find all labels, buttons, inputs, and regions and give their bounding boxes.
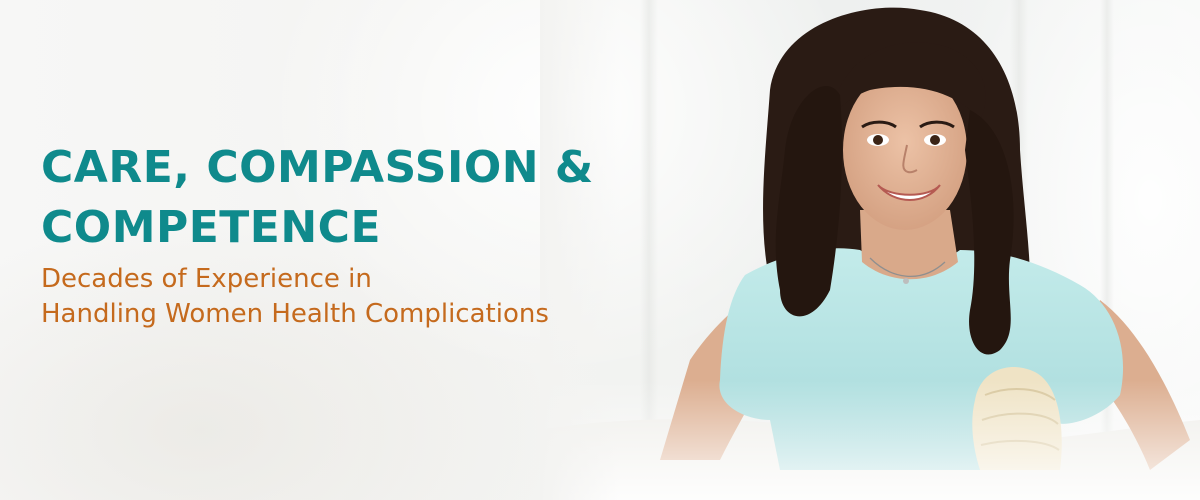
subheadline: Decades of Experience in Handling Women … bbox=[41, 262, 681, 332]
subheadline-line: Handling Women Health Complications bbox=[41, 299, 549, 329]
headline: CARE, COMPASSION & COMPETENCE bbox=[41, 138, 681, 258]
hero-banner: CARE, COMPASSION & COMPETENCE Decades of… bbox=[0, 0, 1200, 500]
headline-line: CARE, COMPASSION & bbox=[41, 142, 594, 193]
subheadline-line: Decades of Experience in bbox=[41, 264, 372, 294]
headline-line: COMPETENCE bbox=[41, 202, 382, 253]
